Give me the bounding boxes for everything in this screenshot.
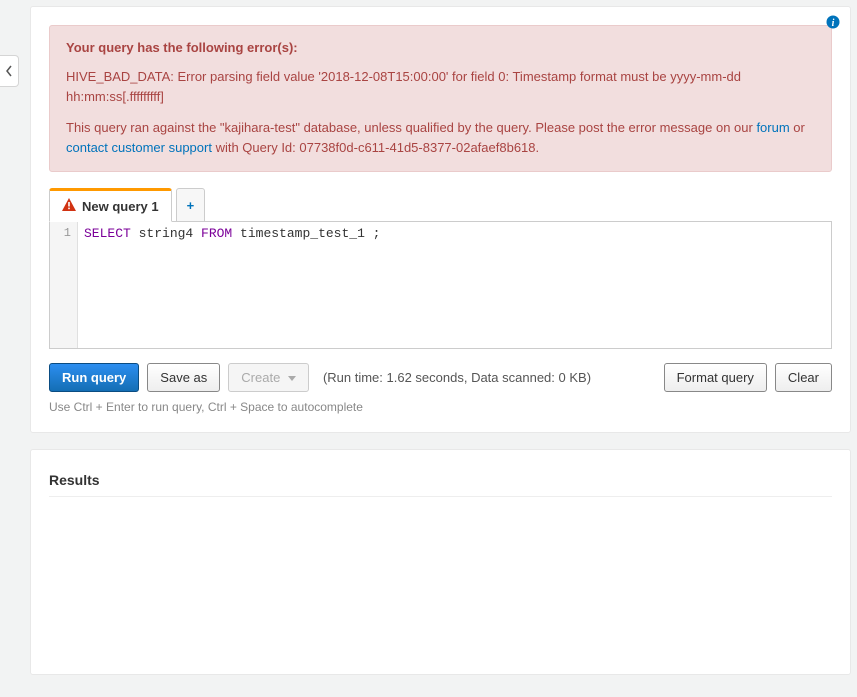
caret-down-icon bbox=[288, 376, 296, 381]
results-body bbox=[49, 496, 832, 656]
error-footer-text: This query ran against the "kajihara-tes… bbox=[66, 120, 756, 135]
error-alert-footer: This query ran against the "kajihara-tes… bbox=[66, 118, 815, 157]
warning-icon bbox=[62, 198, 76, 214]
results-title: Results bbox=[49, 472, 832, 488]
sql-keyword: SELECT bbox=[84, 226, 131, 241]
error-alert-message: HIVE_BAD_DATA: Error parsing field value… bbox=[66, 67, 815, 106]
sql-text: timestamp_test_1 ; bbox=[232, 226, 380, 241]
editor-toolbar: Run query Save as Create (Run time: 1.62… bbox=[49, 363, 832, 392]
editor-code[interactable]: SELECT string4 FROM timestamp_test_1 ; bbox=[78, 222, 831, 348]
forum-link[interactable]: forum bbox=[756, 120, 789, 135]
query-tabs: New query 1 + bbox=[49, 188, 832, 222]
run-query-button[interactable]: Run query bbox=[49, 363, 139, 392]
error-alert-title: Your query has the following error(s): bbox=[66, 40, 815, 55]
tab-label: New query 1 bbox=[82, 199, 159, 214]
collapse-sidebar-toggle[interactable] bbox=[0, 55, 19, 87]
gutter-line-number: 1 bbox=[50, 226, 71, 240]
editor-gutter: 1 bbox=[50, 222, 78, 348]
sql-editor[interactable]: 1 SELECT string4 FROM timestamp_test_1 ; bbox=[49, 221, 832, 349]
create-button-label: Create bbox=[241, 370, 280, 385]
keyboard-hint: Use Ctrl + Enter to run query, Ctrl + Sp… bbox=[49, 400, 832, 414]
error-alert: Your query has the following error(s): H… bbox=[49, 25, 832, 172]
run-info-text: (Run time: 1.62 seconds, Data scanned: 0… bbox=[323, 370, 591, 385]
info-icon[interactable]: i bbox=[826, 15, 840, 32]
format-query-button[interactable]: Format query bbox=[664, 363, 767, 392]
chevron-left-icon bbox=[4, 64, 14, 78]
save-as-button[interactable]: Save as bbox=[147, 363, 220, 392]
results-card: Results bbox=[30, 449, 851, 675]
add-tab-button[interactable]: + bbox=[176, 188, 206, 222]
sql-text: string4 bbox=[131, 226, 201, 241]
clear-button[interactable]: Clear bbox=[775, 363, 832, 392]
query-editor-card: i Your query has the following error(s):… bbox=[30, 6, 851, 433]
tab-new-query-1[interactable]: New query 1 bbox=[49, 188, 172, 222]
error-footer-text: or bbox=[790, 120, 805, 135]
contact-support-link[interactable]: contact customer support bbox=[66, 140, 212, 155]
svg-text:i: i bbox=[832, 18, 835, 29]
plus-icon: + bbox=[187, 198, 195, 213]
sql-keyword: FROM bbox=[201, 226, 232, 241]
create-dropdown-button: Create bbox=[228, 363, 309, 392]
error-footer-text: with Query Id: 07738f0d-c611-41d5-8377-0… bbox=[212, 140, 539, 155]
